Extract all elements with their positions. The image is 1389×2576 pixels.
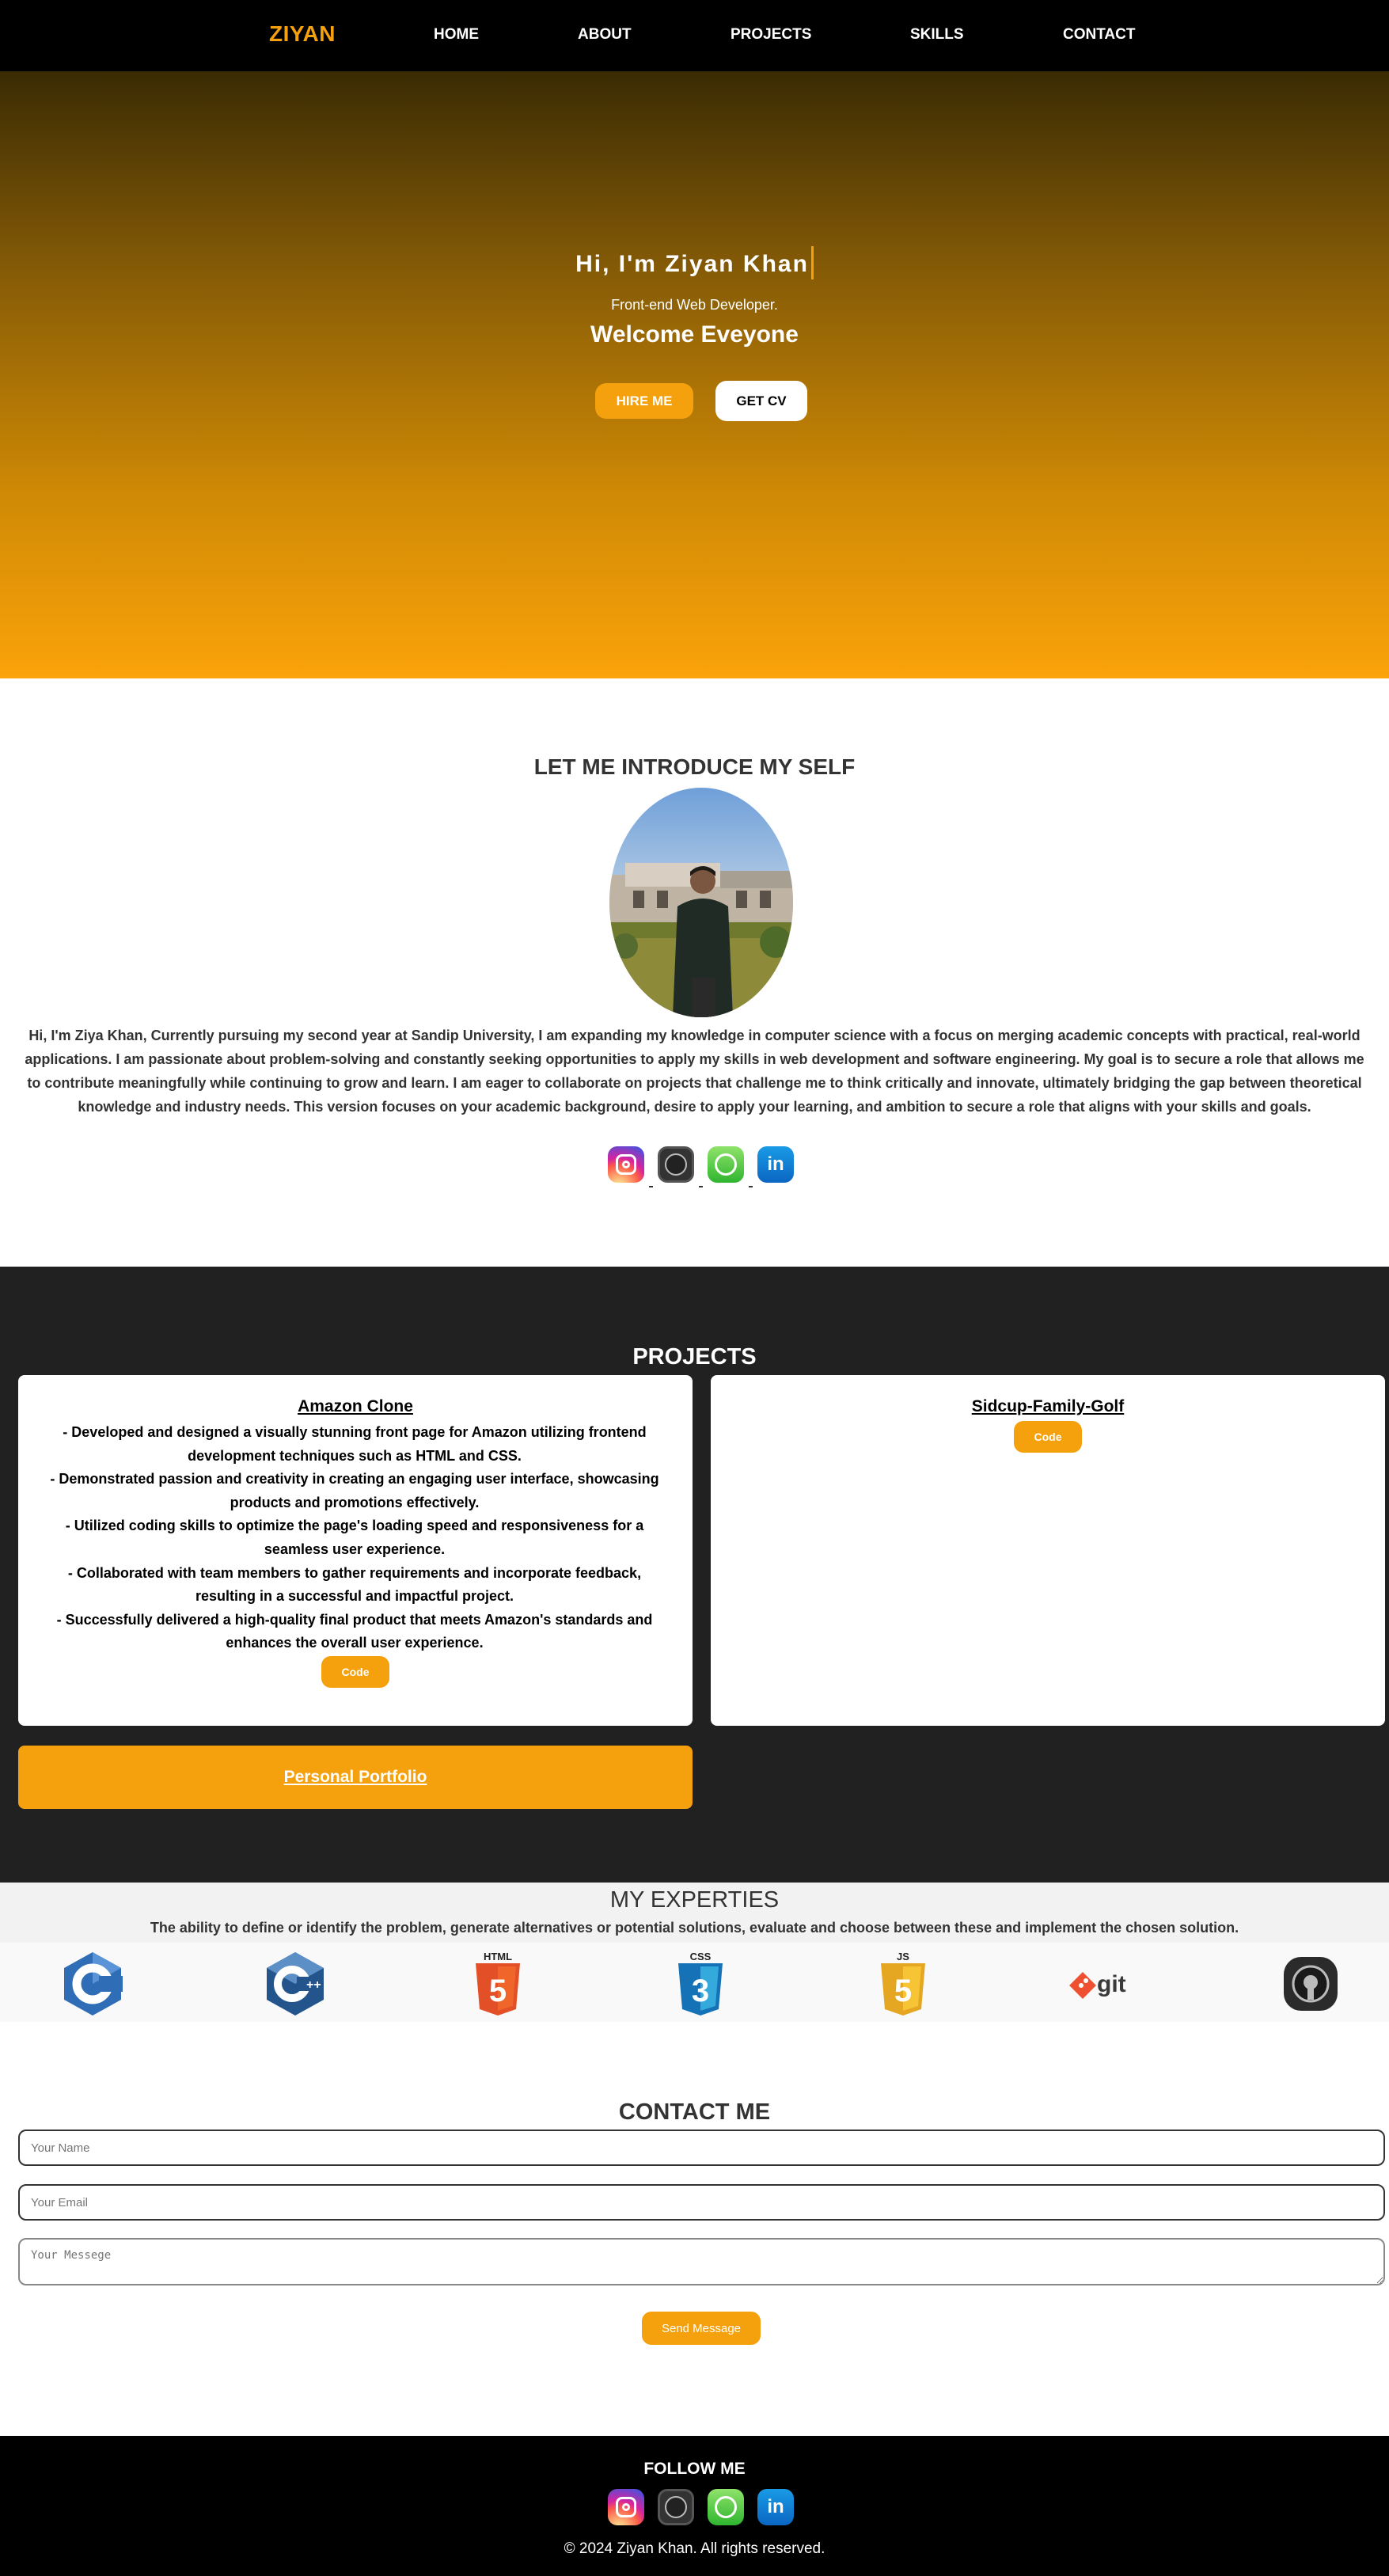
hero-section: Hi, I'm Ziyan Khan Front-end Web Develop… bbox=[0, 71, 1389, 678]
hire-me-button[interactable]: HIRE ME bbox=[595, 383, 693, 419]
footer: FOLLOW ME in © 2024 Ziyan Khan. All righ… bbox=[0, 2436, 1389, 2576]
svg-text:3: 3 bbox=[692, 1974, 709, 2008]
instagram-icon[interactable] bbox=[608, 2489, 644, 2525]
about-title: LET ME INTRODUCE MY SELF bbox=[533, 754, 856, 779]
hero-greeting: Hi, I'm Ziyan Khan bbox=[0, 246, 1389, 282]
profile-photo bbox=[609, 788, 793, 1017]
experties-section: MY EXPERTIES The ability to define or id… bbox=[0, 1883, 1389, 2022]
instagram-glyph bbox=[616, 2497, 636, 2517]
svg-text:git: git bbox=[1097, 1971, 1126, 1997]
email-field[interactable] bbox=[18, 2184, 1385, 2221]
whatsapp-glyph bbox=[715, 1153, 737, 1176]
css3-icon: CSS 3 bbox=[678, 1951, 723, 2016]
follow-title: FOLLOW ME bbox=[643, 2460, 746, 2478]
project-title[interactable]: Sidcup-Family-Golf bbox=[711, 1397, 1385, 1416]
github-glyph bbox=[665, 2496, 687, 2518]
cpp-icon: ++ bbox=[267, 1952, 324, 2016]
linkedin-icon[interactable]: in bbox=[757, 1146, 794, 1183]
code-button[interactable]: Code bbox=[1014, 1421, 1082, 1453]
project-card-amazon: Amazon Clone - Developed and designed a … bbox=[18, 1375, 693, 1726]
name-field[interactable] bbox=[18, 2130, 1385, 2166]
skills-carousel: ++ HTML 5 CSS 3 JS 5 git bbox=[0, 1943, 1389, 2022]
svg-text:5: 5 bbox=[894, 1974, 912, 2008]
message-field[interactable] bbox=[18, 2238, 1385, 2285]
github-icon[interactable] bbox=[658, 2489, 694, 2525]
hero-welcome: Welcome Eveyone bbox=[590, 321, 799, 348]
hero-subtitle: Front-end Web Developer. bbox=[611, 297, 778, 313]
svg-text:HTML: HTML bbox=[484, 1951, 512, 1962]
instagram-glyph bbox=[616, 1154, 636, 1175]
svg-text:++: ++ bbox=[306, 1978, 321, 1992]
svg-text:5: 5 bbox=[489, 1974, 507, 2008]
link-separator bbox=[649, 1186, 653, 1187]
project-card-golf: Sidcup-Family-Golf Code bbox=[711, 1375, 1385, 1726]
whatsapp-icon[interactable] bbox=[708, 2489, 744, 2525]
copyright-text: © 2024 Ziyan Khan. All rights reserved. bbox=[564, 2540, 825, 2557]
project-description: - Developed and designed a visually stun… bbox=[38, 1421, 671, 1655]
experties-description: The ability to define or identify the pr… bbox=[150, 1920, 1239, 1936]
github-icon[interactable] bbox=[658, 1146, 694, 1183]
github-glyph bbox=[665, 1153, 687, 1176]
whatsapp-icon[interactable] bbox=[708, 1146, 744, 1183]
svg-text:JS: JS bbox=[897, 1951, 909, 1962]
link-separator bbox=[699, 1186, 703, 1187]
nav-link-projects[interactable]: PROJECTS bbox=[731, 26, 811, 44]
get-cv-button[interactable]: GET CV bbox=[715, 381, 807, 421]
git-icon: git bbox=[1069, 1971, 1126, 1999]
project-bullet: - Demonstrated passion and creativity in… bbox=[50, 1471, 659, 1510]
nav-link-contact[interactable]: CONTACT bbox=[1063, 26, 1135, 44]
contact-title: CONTACT ME bbox=[618, 2099, 771, 2125]
html5-icon: HTML 5 bbox=[476, 1951, 520, 2016]
send-message-button[interactable]: Send Message bbox=[642, 2312, 761, 2345]
projects-section: PROJECTS Amazon Clone - Developed and de… bbox=[0, 1267, 1389, 1883]
project-bullet: - Successfully delivered a high-quality … bbox=[56, 1611, 653, 1651]
personal-portfolio-card[interactable]: Personal Portfolio bbox=[18, 1746, 693, 1809]
hero-greeting-text: Hi, I'm Ziyan Khan bbox=[575, 250, 809, 277]
project-bullet: - Utilized coding skills to optimize the… bbox=[65, 1518, 644, 1557]
linkedin-glyph: in bbox=[767, 2496, 784, 2517]
link-separator bbox=[749, 1186, 753, 1187]
nav-link-skills[interactable]: SKILLS bbox=[910, 26, 964, 44]
github-icon bbox=[1284, 1957, 1338, 2011]
nav-link-home[interactable]: HOME bbox=[434, 26, 479, 44]
svg-text:CSS: CSS bbox=[690, 1951, 712, 1962]
typing-cursor bbox=[810, 246, 814, 279]
brand-logo[interactable]: ZIYAN bbox=[269, 21, 336, 47]
code-button[interactable]: Code bbox=[321, 1656, 389, 1688]
linkedin-icon[interactable]: in bbox=[757, 2489, 794, 2525]
instagram-icon[interactable] bbox=[608, 1146, 644, 1183]
whatsapp-glyph bbox=[715, 2496, 737, 2518]
project-title[interactable]: Amazon Clone bbox=[18, 1397, 693, 1416]
project-bullet: - Developed and designed a visually stun… bbox=[63, 1424, 647, 1464]
about-text: Hi, I'm Ziya Khan, Currently pursuing my… bbox=[25, 1028, 1364, 1115]
c-icon bbox=[64, 1952, 123, 2016]
js-icon: JS 5 bbox=[881, 1951, 925, 2016]
navbar: ZIYAN HOME ABOUT PROJECTS SKILLS CONTACT bbox=[0, 0, 1389, 71]
personal-portfolio-link[interactable]: Personal Portfolio bbox=[18, 1768, 693, 1787]
projects-title: PROJECTS bbox=[632, 1344, 757, 1370]
project-bullet: - Collaborated with team members to gath… bbox=[67, 1564, 642, 1605]
experties-title: MY EXPERTIES bbox=[609, 1887, 780, 1913]
linkedin-glyph: in bbox=[767, 1153, 784, 1175]
nav-link-about[interactable]: ABOUT bbox=[578, 26, 632, 44]
